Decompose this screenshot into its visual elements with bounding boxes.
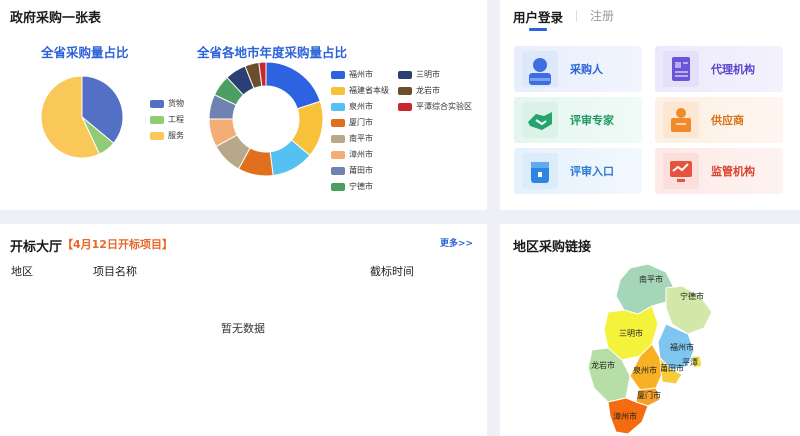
tile-review-entry-label: 评审入口	[570, 165, 614, 178]
donut-legend-label-5[interactable]: 漳州市	[349, 149, 373, 160]
pie-legend-swatch-0[interactable]	[150, 100, 164, 108]
person-icon	[522, 51, 558, 87]
column-region: 地区	[11, 265, 33, 278]
donut-legend-label-10[interactable]: 平潭综合实验区	[416, 101, 472, 112]
map-label-pingtan: 平潭	[682, 358, 698, 367]
fujian-map[interactable]: 南平市 宁德市 三明市 福州市 龙岩市 泉州市 莆田市 平潭 厦门市 漳州市	[500, 224, 800, 436]
map-label-sanming: 三明市	[619, 328, 643, 338]
tile-supplier[interactable]: 供应商	[655, 97, 783, 143]
empty-message: 暂无数据	[221, 322, 265, 335]
login-panel: 用户登录 注册 采购人 代理机构 评审专家 供应商 评审入口 监管机构	[500, 0, 800, 210]
bid-hall-panel: 开标大厅 【4月12日开标项目】 更多>> 地区 项目名称 截标时间 暂无数据	[0, 224, 487, 436]
column-project-name: 项目名称	[93, 265, 137, 278]
map-label-putian: 莆田市	[660, 363, 684, 373]
map-label-nanping: 南平市	[639, 274, 663, 284]
handshake-icon	[522, 102, 558, 138]
tab-divider	[576, 10, 577, 22]
donut-legend-swatch-0[interactable]	[331, 71, 345, 79]
donut-legend-swatch-9[interactable]	[398, 87, 412, 95]
map-label-fuzhou: 福州市	[670, 342, 694, 352]
donut-legend-swatch-10[interactable]	[398, 103, 412, 111]
tab-login[interactable]: 用户登录	[513, 7, 563, 26]
tile-supplier-label: 供应商	[711, 114, 744, 127]
pie-legend-label-1[interactable]: 工程	[168, 114, 184, 125]
donut-legend-swatch-1[interactable]	[331, 87, 345, 95]
tile-purchaser-label: 采购人	[570, 63, 603, 76]
pie-legend-swatch-2[interactable]	[150, 132, 164, 140]
monitor-icon	[663, 153, 699, 189]
bid-hall-subtitle: 【4月12日开标项目】	[62, 238, 173, 251]
tile-review-entry[interactable]: 评审入口	[514, 148, 642, 194]
map-label-quanzhou: 泉州市	[633, 365, 657, 375]
donut-slice-0[interactable]	[265, 61, 321, 110]
tile-regulator[interactable]: 监管机构	[655, 148, 783, 194]
donut-legend-swatch-5[interactable]	[331, 151, 345, 159]
map-region-nanping[interactable]	[615, 263, 675, 315]
bag-icon	[522, 153, 558, 189]
more-link[interactable]: 更多>>	[440, 236, 473, 249]
donut-legend-swatch-7[interactable]	[331, 183, 345, 191]
pie-legend-label-2[interactable]: 服务	[168, 130, 184, 141]
donut-legend-swatch-3[interactable]	[331, 119, 345, 127]
column-deadline: 截标时间	[370, 265, 414, 278]
map-label-xiamen: 厦门市	[637, 390, 661, 400]
donut-legend-label-9[interactable]: 龙岩市	[416, 85, 440, 96]
tile-expert[interactable]: 评审专家	[514, 97, 642, 143]
bid-hall-title: 开标大厅	[10, 240, 63, 255]
donut-legend-label-1[interactable]: 福建省本级	[349, 85, 389, 96]
region-panel: 地区采购链接 南平市 宁德市 三明市 福州市 龙岩市 泉州市 莆田市 平潭 厦门…	[500, 224, 800, 436]
donut-legend-label-3[interactable]: 厦门市	[349, 117, 373, 128]
donut-legend-swatch-8[interactable]	[398, 71, 412, 79]
donut-legend-label-0[interactable]: 福州市	[349, 69, 373, 80]
donut-legend-label-4[interactable]: 南平市	[349, 133, 373, 144]
donut-legend-label-8[interactable]: 三明市	[416, 69, 440, 80]
donut-legend-swatch-6[interactable]	[331, 167, 345, 175]
tab-login-underline	[529, 28, 547, 31]
donut-legend-swatch-2[interactable]	[331, 103, 345, 111]
donut-legend-swatch-4[interactable]	[331, 135, 345, 143]
map-label-zhangzhou: 漳州市	[613, 411, 637, 421]
tab-register[interactable]: 注册	[590, 7, 614, 24]
tile-purchaser[interactable]: 采购人	[514, 46, 642, 92]
donut-legend-label-2[interactable]: 泉州市	[349, 101, 373, 112]
donut-legend-label-6[interactable]: 莆田市	[349, 165, 373, 176]
tile-agency[interactable]: 代理机构	[655, 46, 783, 92]
map-label-ningde: 宁德市	[680, 291, 704, 301]
supplier-icon	[663, 102, 699, 138]
map-label-longyan: 龙岩市	[591, 360, 615, 370]
category-pie-chart	[40, 61, 324, 177]
tile-agency-label: 代理机构	[711, 63, 755, 76]
document-icon	[663, 51, 699, 87]
tile-regulator-label: 监管机构	[711, 165, 755, 178]
pie-legend-swatch-1[interactable]	[150, 116, 164, 124]
donut-legend-label-7[interactable]: 宁德市	[349, 181, 373, 192]
procurement-panel: 政府采购一张表 全省采购量占比 全省各地市年度采购量占比 货物 工程 服务 福州市福…	[0, 0, 487, 210]
pie-legend-label-0[interactable]: 货物	[168, 98, 184, 109]
tile-expert-label: 评审专家	[570, 114, 614, 127]
